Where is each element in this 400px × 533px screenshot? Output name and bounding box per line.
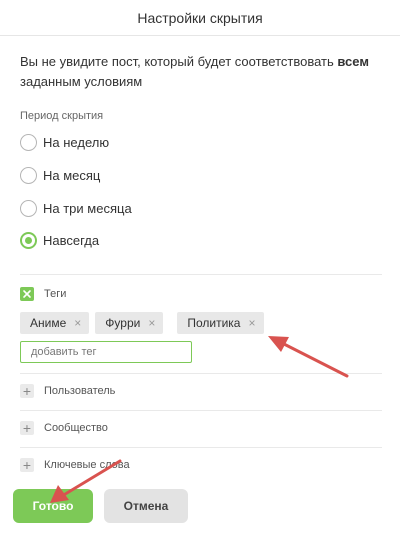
done-button[interactable]: Готово [13,489,93,523]
description-text-after: заданным условиям [20,74,143,89]
arrow-to-tags [268,336,349,378]
radio-label: На месяц [43,168,101,183]
radio-label: На три месяца [43,201,132,216]
divider [20,274,382,275]
remove-tag-icon[interactable]: × [148,316,155,330]
period-label: Период скрытия [20,110,104,122]
dialog-header: Настройки скрытия [0,0,400,36]
plus-icon[interactable]: + [20,384,34,398]
radio-week[interactable]: На неделю [20,134,109,151]
radio-label: Навсегда [43,233,100,248]
radio-three-months[interactable]: На три месяца [20,200,132,217]
description-text-before: Вы не увидите пост, который будет соотве… [20,54,338,69]
radio-forever[interactable]: Навсегда [20,232,99,249]
cancel-button[interactable]: Отмена [104,489,188,523]
radio-label: На неделю [43,135,110,150]
checkbox-checked-icon[interactable] [20,287,34,301]
section-keywords[interactable]: + Ключевые слова [20,458,130,472]
remove-tag-icon[interactable]: × [74,316,81,330]
radio-circle-checked[interactable] [20,232,37,249]
plus-icon[interactable]: + [20,421,34,435]
plus-icon[interactable]: + [20,458,34,472]
radio-circle[interactable] [20,200,37,217]
radio-circle[interactable] [20,134,37,151]
tag-chips: Аниме × Фурри × Политика × [20,312,270,334]
tag-chip-label: Фурри [105,316,141,330]
remove-tag-icon[interactable]: × [248,316,255,330]
radio-circle[interactable] [20,167,37,184]
section-label: Пользователь [44,385,116,397]
tag-chip-label: Политика [187,316,241,330]
divider [20,447,382,448]
dialog-title: Настройки скрытия [137,9,263,26]
section-user[interactable]: + Пользователь [20,384,115,398]
divider [20,410,382,411]
add-tag-input[interactable] [20,341,192,363]
tags-title: Теги [44,288,67,300]
tags-filter-toggle[interactable]: Теги [20,287,66,301]
tag-chip-label: Аниме [30,316,67,330]
tag-chip: Фурри × [95,312,164,334]
radio-month[interactable]: На месяц [20,167,100,184]
section-label: Сообщество [44,422,108,434]
section-community[interactable]: + Сообщество [20,421,108,435]
description: Вы не увидите пост, который будет соотве… [20,52,380,92]
tag-chip: Политика × [177,312,264,334]
section-label: Ключевые слова [44,459,130,471]
tag-chip: Аниме × [20,312,90,334]
divider [20,373,382,374]
description-text-bold: всем [337,54,369,69]
